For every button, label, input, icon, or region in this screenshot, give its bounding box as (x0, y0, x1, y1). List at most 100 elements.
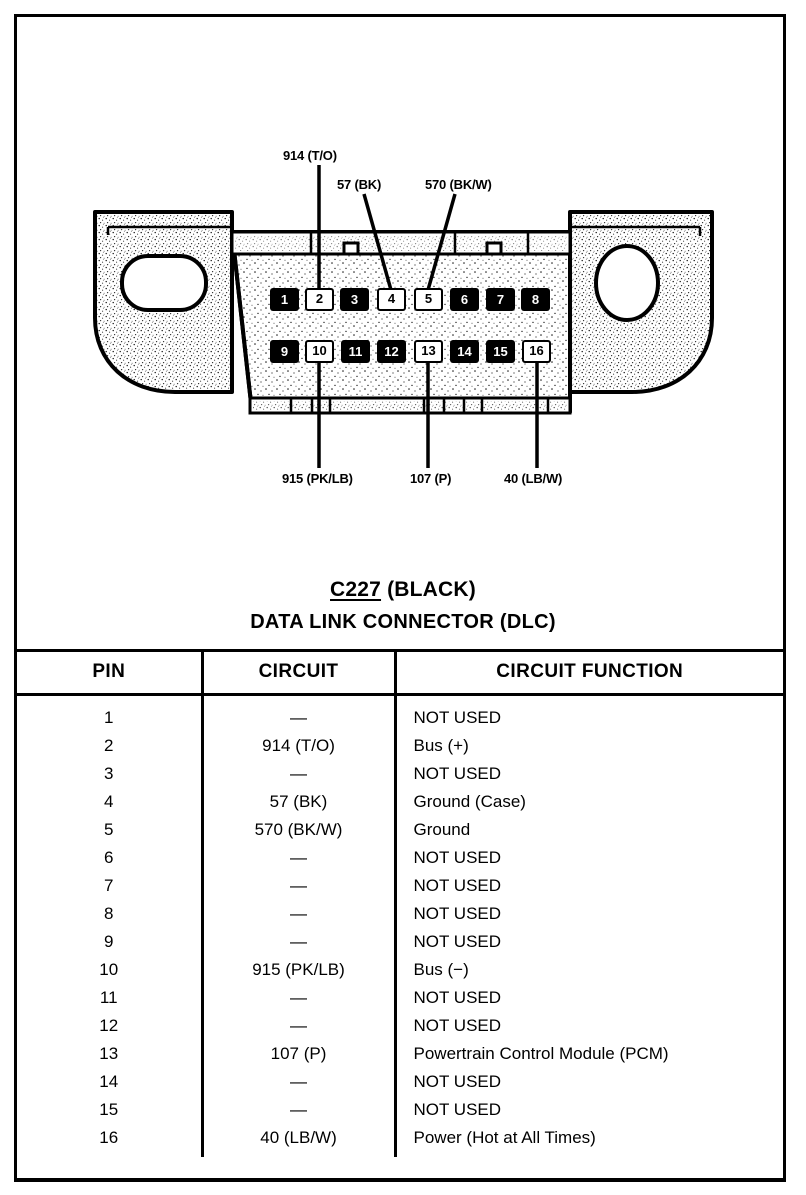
table-row: 14— NOT USED (17, 1067, 783, 1096)
callout-label-pin-13: 107 (P) (410, 471, 452, 486)
pin-16[interactable]: 16 (522, 340, 551, 363)
cell-circuit-function: Power (Hot at All Times) (413, 1127, 596, 1147)
pin-7[interactable]: 7 (486, 288, 515, 311)
cell-pin: 4 (17, 787, 204, 816)
pin-10[interactable]: 10 (305, 340, 334, 363)
table-row: 7— NOT USED (17, 871, 783, 900)
pin-9[interactable]: 9 (270, 340, 299, 363)
connector-id: C227 (330, 578, 382, 601)
right-mounting-hole (594, 244, 660, 322)
table-row: 8— NOT USED (17, 899, 783, 928)
connector-color: (BLACK) (387, 578, 476, 601)
right-flange (568, 210, 714, 394)
table-row: 4 57 (BK) Ground (Case) (17, 787, 783, 816)
cell-circuit: 914 (T/O) (202, 731, 397, 760)
cell-pin: 5 (17, 815, 204, 844)
table-row: 5 570 (BK/W) Ground (17, 815, 783, 844)
cell-pin: 6 (17, 843, 204, 872)
pin-13[interactable]: 13 (414, 340, 443, 363)
cell-circuit-function: NOT USED (413, 707, 502, 727)
cell-circuit-function: NOT USED (413, 875, 502, 895)
table-row: 12— NOT USED (17, 1011, 783, 1040)
table-row: 15— NOT USED (17, 1095, 783, 1124)
cell-pin: 7 (17, 871, 204, 900)
connector-diagram: 914 (T/O) 57 (BK) 570 (BK/W) 915 (PK/LB)… (0, 0, 806, 640)
cell-circuit-function: NOT USED (413, 763, 502, 783)
cell-circuit: — (202, 694, 397, 732)
cell-circuit: 57 (BK) (202, 787, 397, 816)
table-row: 6— NOT USED (17, 843, 783, 872)
cell-circuit: — (202, 1011, 397, 1040)
cell-circuit-function: NOT USED (413, 1071, 502, 1091)
cell-circuit: 107 (P) (202, 1039, 397, 1068)
callout-label-pin-2: 914 (T/O) (283, 148, 337, 163)
table-row: 11— NOT USED (17, 983, 783, 1012)
connector-name: DATA LINK CONNECTOR (DLC) (250, 611, 556, 633)
column-header-function: CIRCUIT FUNCTION (395, 649, 783, 696)
pin-11[interactable]: 11 (341, 340, 370, 363)
pin-14[interactable]: 14 (450, 340, 479, 363)
diagram-titles: C227 (BLACK) DATA LINK CONNECTOR (DLC) (0, 578, 806, 634)
pin-4[interactable]: 4 (377, 288, 406, 311)
cell-circuit: — (202, 1067, 397, 1096)
cell-circuit-function: Ground (413, 819, 471, 839)
table-row: 2 914 (T/O) Bus (+) (17, 731, 783, 760)
pin-6[interactable]: 6 (450, 288, 479, 311)
callout-label-pin-10: 915 (PK/LB) (282, 471, 353, 486)
cell-circuit-function: NOT USED (413, 931, 502, 951)
table-row: 3— NOT USED (17, 759, 783, 788)
pin-15[interactable]: 15 (486, 340, 515, 363)
cell-circuit: — (202, 1095, 397, 1124)
cell-circuit-function: Ground (Case) (413, 791, 526, 811)
cell-circuit-function: Powertrain Control Module (PCM) (413, 1043, 669, 1063)
cell-pin: 15 (17, 1095, 204, 1124)
pin-12[interactable]: 12 (377, 340, 406, 363)
callout-label-pin-4: 57 (BK) (337, 177, 382, 192)
cell-pin: 2 (17, 731, 204, 760)
column-header-pin: PIN (17, 649, 204, 696)
cell-pin: 16 (17, 1123, 204, 1157)
callout-label-pin-16: 40 (LB/W) (504, 471, 563, 486)
cell-circuit-function: NOT USED (413, 1015, 502, 1035)
cell-pin: 3 (17, 759, 204, 788)
table-row: 10 915 (PK/LB) Bus (−) (17, 955, 783, 984)
cell-circuit: 40 (LB/W) (202, 1123, 397, 1157)
table-bottom-rule (17, 1178, 783, 1181)
cell-circuit: — (202, 843, 397, 872)
connector-title: C227 (BLACK) (0, 578, 806, 602)
left-mounting-hole (120, 254, 208, 312)
pin-assignment-table: PIN CIRCUIT CIRCUIT FUNCTION 1— NOT USED 2… (17, 649, 783, 1157)
pin-2[interactable]: 2 (305, 288, 334, 311)
cell-circuit: — (202, 927, 397, 956)
connector-drawing (93, 165, 714, 468)
cell-circuit-function: Bus (−) (413, 959, 469, 979)
ridge-notch (342, 241, 360, 256)
cell-pin: 9 (17, 927, 204, 956)
table-row: 1— NOT USED (17, 694, 783, 732)
cell-circuit: — (202, 759, 397, 788)
connector-body (230, 230, 572, 414)
table-row: 13 107 (P) Powertrain Control Module (PCM) (17, 1039, 783, 1068)
cell-circuit-function: NOT USED (413, 903, 502, 923)
pin-8[interactable]: 8 (521, 288, 550, 311)
cell-circuit: — (202, 899, 397, 928)
cell-pin: 14 (17, 1067, 204, 1096)
cell-pin: 11 (17, 983, 204, 1012)
callout-label-pin-5: 570 (BK/W) (425, 177, 492, 192)
cell-circuit: 570 (BK/W) (202, 815, 397, 844)
pin-3[interactable]: 3 (340, 288, 369, 311)
cell-circuit: — (202, 871, 397, 900)
cell-circuit: — (202, 983, 397, 1012)
bottom-ridge-band (248, 396, 572, 415)
cell-pin: 1 (17, 694, 204, 732)
pin-5[interactable]: 5 (414, 288, 443, 311)
cell-pin: 13 (17, 1039, 204, 1068)
table-row: 9— NOT USED (17, 927, 783, 956)
table-row: 16 40 (LB/W) Power (Hot at All Times) (17, 1123, 783, 1157)
cell-circuit-function: NOT USED (413, 1099, 502, 1119)
pin-1[interactable]: 1 (270, 288, 299, 311)
table-header-row: PIN CIRCUIT CIRCUIT FUNCTION (17, 649, 783, 696)
cell-pin: 12 (17, 1011, 204, 1040)
ridge-notch (485, 241, 503, 256)
cell-circuit-function: Bus (+) (413, 735, 469, 755)
